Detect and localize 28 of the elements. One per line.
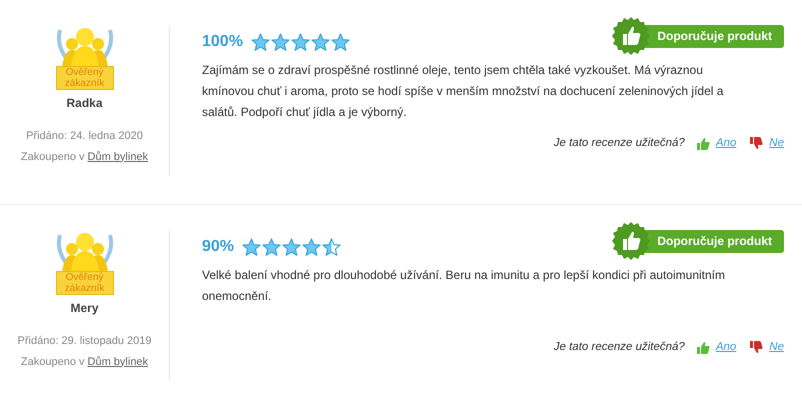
recommend-label: Doporučuje produkt: [657, 28, 772, 45]
helpful-question: Je tato recenze užitečná?: [554, 340, 685, 355]
review-text: Zajímám se o zdraví prospěšné rostlinné oleje, tento jsem chtěla také vyzkoušet. Má výraznou kmínovou chuť i aroma, proto se hodí spíše v menším množství na dochucení zeleninových jídel a salátů. Podpoří chuť jídla a je výborný.: [202, 62, 724, 121]
no-link[interactable]: Ne: [769, 338, 784, 356]
no-link[interactable]: Ne: [769, 134, 784, 152]
thumbs-down-icon: [750, 136, 764, 150]
verified-badge: Ověřený zákazník: [56, 66, 114, 90]
rating-percent: 90%: [202, 237, 234, 257]
shop-link[interactable]: Dům bylinek: [88, 354, 148, 370]
author-name: Radka: [66, 95, 103, 112]
thumbs-down-icon: [750, 340, 764, 354]
thumbs-up-icon: [696, 340, 710, 354]
yes-link[interactable]: Ano: [716, 134, 736, 152]
thumbs-up-icon: [611, 221, 652, 261]
thumbs-up-icon: [696, 136, 710, 150]
recommend-label: Doporučuje produkt: [657, 233, 772, 250]
date-added: Přidáno: 24. ledna 2020: [26, 129, 143, 144]
yes-link[interactable]: Ano: [716, 338, 736, 356]
thumbs-up-icon: [611, 16, 652, 56]
review-text: Velké balení vhodné pro dlouhodobé užívání. Beru na imunitu a pro lepší kondici při autoimunitním onemocnění.: [202, 267, 726, 305]
purchase-label: Zakoupeno v: [20, 150, 85, 164]
author-name: Mery: [70, 300, 98, 317]
purchase-label: Zakoupeno v: [20, 354, 85, 370]
verified-badge: Ověřený zákazník: [56, 271, 114, 295]
helpful-question: Je tato recenze užitečná?: [554, 136, 685, 151]
rating-percent: 100%: [202, 32, 243, 52]
date-added: Přidáno: 29. listopadu 2019: [18, 334, 152, 349]
shop-link[interactable]: Dům bylinek: [88, 148, 148, 165]
